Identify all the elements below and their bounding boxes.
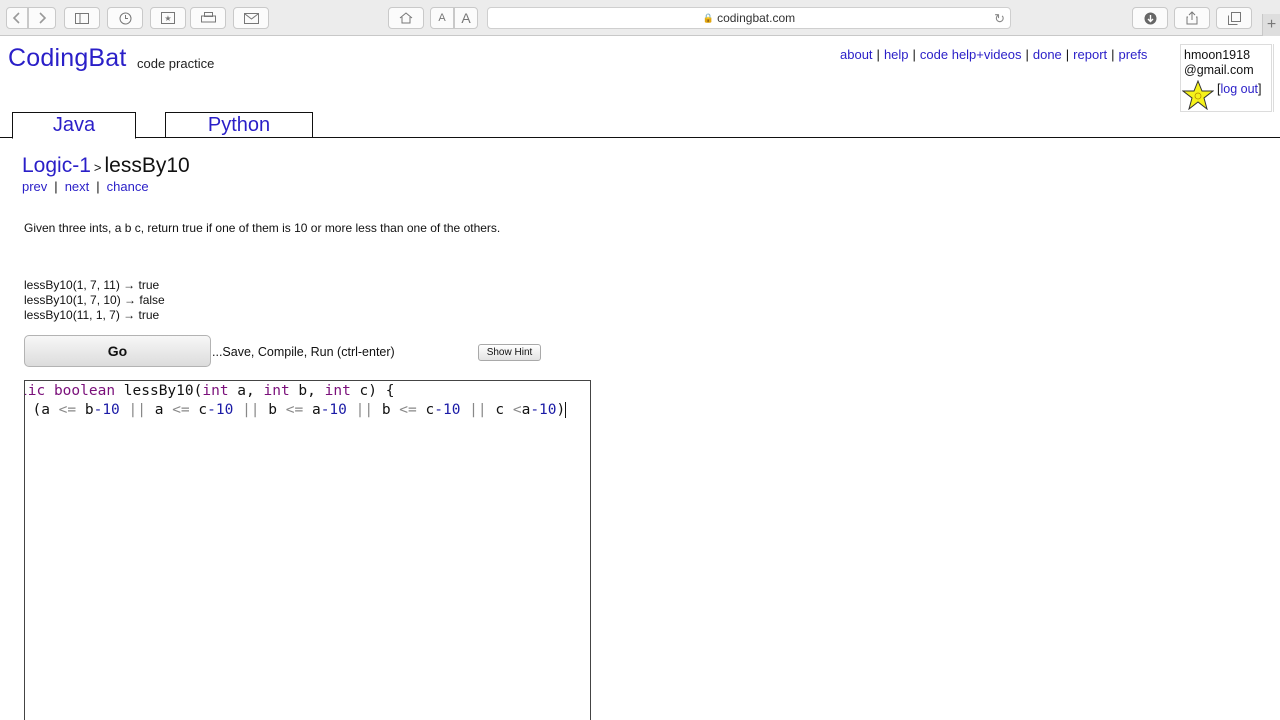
url-text: codingbat.com	[717, 11, 796, 25]
nav-separator: |	[1065, 47, 1070, 62]
chance-link[interactable]: chance	[107, 179, 149, 194]
bookmarks-icon[interactable]: ★	[150, 7, 186, 29]
sidebar-icon[interactable]	[64, 7, 100, 29]
tab-java[interactable]: Java	[12, 112, 136, 139]
nav-separator: |	[912, 47, 916, 62]
history-icon[interactable]	[107, 7, 143, 29]
text-larger-icon[interactable]: A	[454, 7, 478, 29]
nav-report[interactable]: report	[1073, 47, 1107, 62]
code-line-1: lic boolean lessBy10(int a, int b, int c…	[25, 383, 395, 399]
problem-description: Given three ints, a b c, return true if …	[24, 221, 501, 235]
nav-code-help-videos[interactable]: code help+videos	[920, 47, 1022, 62]
site-logo[interactable]: CodingBat	[8, 44, 127, 73]
site-tagline: code practice	[137, 56, 215, 71]
nav-separator: |	[1025, 47, 1029, 62]
tabs-overview-icon[interactable]	[1216, 7, 1252, 29]
problem-navigation: prev | next | chance	[22, 179, 149, 194]
share-icon[interactable]	[1174, 7, 1210, 29]
address-bar[interactable]: 🔒 codingbat.com ↻	[487, 7, 1011, 29]
prev-link[interactable]: prev	[22, 179, 47, 194]
go-button[interactable]: Go	[24, 335, 211, 367]
logout-wrapper: [log out]	[1217, 82, 1262, 96]
text-smaller-icon[interactable]: A	[430, 7, 454, 29]
breadcrumb-separator: >	[93, 160, 102, 175]
mail-icon[interactable]	[233, 7, 269, 29]
logout-link[interactable]: log out	[1220, 82, 1258, 96]
reload-icon[interactable]: ↻	[994, 11, 1005, 27]
nav-separator: |	[1111, 47, 1115, 62]
show-hint-button[interactable]: Show Hint	[478, 344, 541, 361]
nav-about[interactable]: about	[840, 47, 873, 62]
examples-list: lessBy10(1, 7, 11) → true lessBy10(1, 7,…	[24, 278, 165, 323]
new-tab-icon[interactable]: +	[1262, 14, 1280, 36]
code-line-2: f (a <= b-10 || a <= c-10 || b <= a-10 |…	[24, 402, 567, 418]
example-item: lessBy10(1, 7, 10) → false	[24, 293, 165, 307]
example-item: lessBy10(11, 1, 7) → true	[24, 308, 160, 322]
nav-help[interactable]: help	[884, 47, 909, 62]
example-item: lessBy10(1, 7, 11) → true	[24, 278, 160, 292]
user-email-line2: @gmail.com	[1184, 63, 1254, 77]
nav-separator: |	[96, 179, 100, 194]
nav-prefs[interactable]: prefs	[1119, 47, 1148, 62]
nav-separator: |	[876, 47, 880, 62]
home-icon[interactable]	[388, 7, 424, 29]
forward-icon[interactable]	[28, 7, 56, 29]
tab-python[interactable]: Python	[165, 112, 313, 138]
print-icon[interactable]	[190, 7, 226, 29]
nav-done[interactable]: done	[1033, 47, 1062, 62]
downloads-icon[interactable]	[1132, 7, 1168, 29]
top-navigation: about | help | code help+videos | done | report |…	[840, 47, 1147, 62]
nav-separator: |	[54, 179, 58, 194]
breadcrumb-category[interactable]: Logic-1	[22, 154, 91, 177]
breadcrumb: Logic-1 > lessBy10	[22, 154, 190, 178]
scroll-strip	[1273, 44, 1280, 112]
lock-icon: 🔒	[702, 12, 715, 23]
star-icon	[1181, 79, 1215, 115]
svg-text:★: ★	[164, 14, 171, 23]
go-button-info: ...Save, Compile, Run (ctrl-enter)	[212, 345, 395, 359]
code-editor[interactable]: lic boolean lessBy10(int a, int b, int c…	[24, 380, 591, 720]
problem-title: lessBy10	[104, 154, 190, 177]
user-account-box: hmoon1918 @gmail.com [log out]	[1180, 44, 1272, 112]
user-email-line1: hmoon1918	[1184, 48, 1251, 62]
browser-toolbar: ★ A A 🔒 codingbat.com ↻ +	[0, 0, 1280, 36]
next-link[interactable]: next	[65, 179, 90, 194]
back-icon[interactable]	[6, 7, 28, 29]
